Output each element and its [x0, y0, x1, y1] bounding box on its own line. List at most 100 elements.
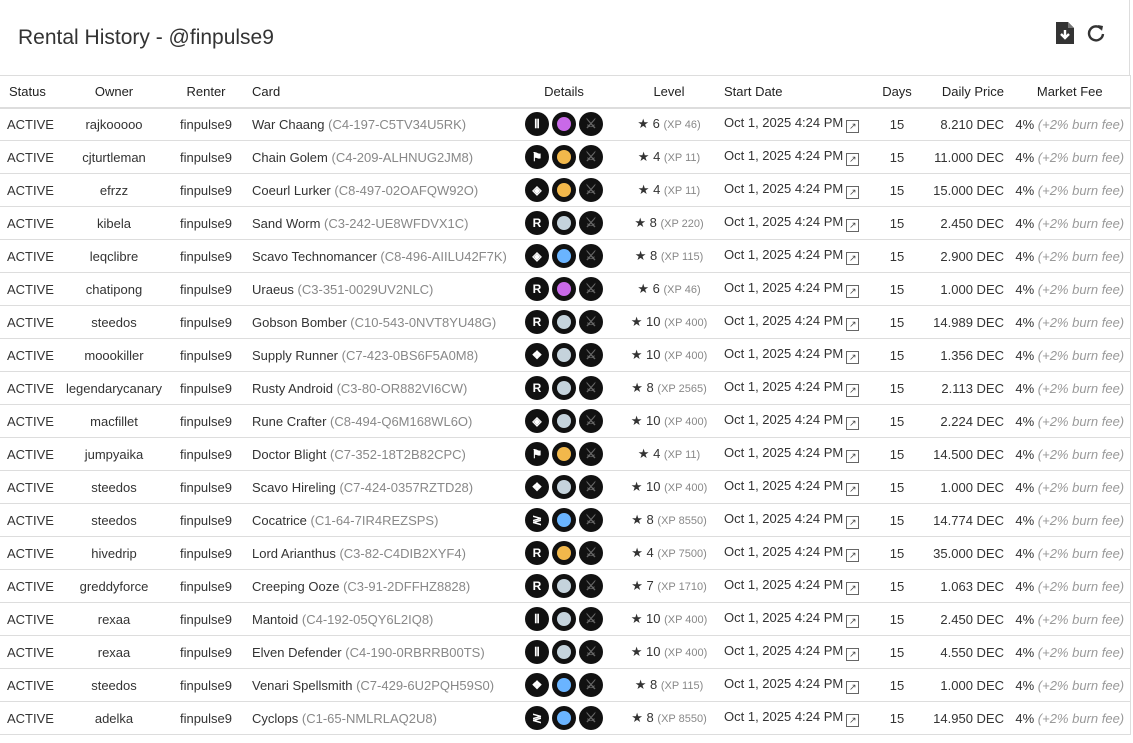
owner-cell: steedos: [60, 668, 168, 702]
xp-value: (XP 115): [660, 680, 704, 692]
external-link-icon[interactable]: ↗: [846, 120, 860, 134]
table-row: ACTIVE moookiller finpulse9 Supply Runne…: [0, 338, 1130, 372]
card-name[interactable]: Gobson Bomber: [252, 315, 347, 330]
external-link-icon[interactable]: ↗: [846, 450, 860, 463]
rarity-icon: [552, 673, 576, 697]
table-row: ACTIVE steedos finpulse9 Venari Spellsmi…: [0, 668, 1130, 702]
card-name[interactable]: Rusty Android: [252, 381, 333, 396]
level-cell: ★ 4 (XP 7500): [614, 536, 724, 570]
edition-icon: ⚑: [525, 442, 549, 466]
card-name[interactable]: Chain Golem: [252, 150, 328, 165]
star-icon: ★: [630, 479, 643, 494]
level-cell: ★ 8 (XP 8550): [614, 701, 724, 735]
column-header-details[interactable]: Details: [514, 75, 614, 109]
renter-cell: finpulse9: [168, 404, 244, 438]
external-link-icon[interactable]: ↗: [846, 615, 860, 628]
external-link-icon[interactable]: ↗: [846, 318, 860, 331]
burn-fee: (+2% burn fee): [1037, 149, 1125, 165]
card-name[interactable]: Venari Spellsmith: [252, 678, 352, 693]
external-link-icon[interactable]: ↗: [846, 648, 860, 661]
crossed-swords-icon: ⚔: [579, 607, 603, 631]
external-link-icon[interactable]: ↗: [846, 384, 860, 397]
start-date: Oct 1, 2025 4:24 PM: [724, 346, 844, 361]
market-fee-cell: 4% (+2% burn fee): [1010, 536, 1130, 570]
burn-fee: (+2% burn fee): [1037, 314, 1125, 330]
card-name[interactable]: Sand Worm: [252, 216, 320, 231]
xp-value: (XP 400): [664, 416, 708, 428]
external-link-icon[interactable]: ↗: [846, 582, 860, 595]
daily-price: 1.000 DEC: [940, 281, 1004, 297]
market-fee: 4%: [1015, 578, 1035, 594]
card-name[interactable]: Cocatrice: [252, 513, 307, 528]
market-fee: 4%: [1015, 710, 1035, 726]
rarity-icon: [552, 178, 576, 202]
external-link-icon[interactable]: ↗: [846, 483, 860, 496]
xp-value: (XP 8550): [657, 713, 707, 725]
column-header-level[interactable]: Level: [614, 75, 724, 109]
daily-price-cell: 2.113 DEC: [922, 371, 1010, 405]
start-date: Oct 1, 2025 4:24 PM: [724, 643, 844, 658]
burn-fee: (+2% burn fee): [1037, 545, 1125, 561]
crossed-swords-icon: ⚔: [579, 409, 603, 433]
external-link-icon[interactable]: ↗: [846, 153, 860, 166]
card-name[interactable]: Lord Arianthus: [252, 546, 336, 561]
file-download-icon[interactable]: [1055, 22, 1075, 49]
daily-price: 2.450 DEC: [940, 611, 1004, 627]
card-name[interactable]: Creeping Ooze: [252, 579, 339, 594]
start-date-cell: Oct 1, 2025 4:24 PM ↗: [724, 140, 872, 174]
column-header-owner[interactable]: Owner: [60, 75, 168, 109]
renter-cell: finpulse9: [168, 305, 244, 339]
card-uid: (C7-424-0357RZTD28): [339, 479, 474, 495]
card-name[interactable]: Uraeus: [252, 282, 294, 297]
external-link-icon[interactable]: ↗: [846, 549, 860, 562]
crossed-swords-icon: ⚔: [579, 277, 603, 301]
daily-price-cell: 1.000 DEC: [922, 470, 1010, 504]
days-cell: 15: [872, 668, 922, 702]
start-date-cell: Oct 1, 2025 4:24 PM ↗: [724, 635, 872, 669]
start-date-cell: Oct 1, 2025 4:24 PM ↗: [724, 338, 872, 372]
column-header-daily-price[interactable]: Daily Price: [922, 75, 1010, 109]
card-name[interactable]: Elven Defender: [252, 645, 342, 660]
column-header-start-date[interactable]: Start Date: [724, 75, 872, 109]
start-date-cell: Oct 1, 2025 4:24 PM ↗: [724, 173, 872, 207]
days-cell: 15: [872, 107, 922, 141]
card-name[interactable]: Rune Crafter: [252, 414, 326, 429]
market-fee-cell: 4% (+2% burn fee): [1010, 107, 1130, 141]
column-header-market-fee[interactable]: Market Fee: [1010, 75, 1130, 109]
column-header-card[interactable]: Card: [244, 75, 514, 109]
column-header-status[interactable]: Status: [0, 75, 60, 109]
external-link-icon[interactable]: ↗: [846, 681, 860, 694]
card-cell: Uraeus (C3-351-0029UV2NLC): [244, 272, 514, 306]
column-header-renter[interactable]: Renter: [168, 75, 244, 109]
refresh-icon[interactable]: [1087, 24, 1105, 47]
days-value: 15: [889, 710, 905, 726]
external-link-icon[interactable]: ↗: [846, 714, 860, 727]
external-link-icon[interactable]: ↗: [846, 351, 860, 364]
page-title: Rental History - @finpulse9: [18, 25, 274, 49]
card-name[interactable]: Mantoid: [252, 612, 298, 627]
external-link-icon[interactable]: ↗: [846, 252, 860, 265]
card-name[interactable]: Scavo Hireling: [252, 480, 336, 495]
xp-value: (XP 115): [660, 251, 704, 263]
card-name[interactable]: Coeurl Lurker: [252, 183, 331, 198]
external-link-icon[interactable]: ↗: [846, 417, 860, 430]
column-header-days[interactable]: Days: [872, 75, 922, 109]
card-name[interactable]: Cyclops: [252, 711, 298, 726]
daily-price-cell: 14.500 DEC: [922, 437, 1010, 471]
card-name[interactable]: War Chaang: [252, 117, 325, 132]
external-link-icon[interactable]: ↗: [846, 285, 860, 298]
card-name[interactable]: Doctor Blight: [252, 447, 326, 462]
market-fee: 4%: [1015, 347, 1035, 363]
card-name[interactable]: Scavo Technomancer: [252, 249, 377, 264]
external-link-icon[interactable]: ↗: [846, 219, 860, 232]
card-name[interactable]: Supply Runner: [252, 348, 338, 363]
level-cell: ★ 10 (XP 400): [614, 635, 724, 669]
daily-price: 2.224 DEC: [940, 413, 1004, 429]
level-cell: ★ 10 (XP 400): [614, 404, 724, 438]
xp-value: (XP 11): [663, 449, 701, 461]
external-link-icon[interactable]: ↗: [846, 516, 860, 529]
edition-icon: R: [525, 376, 549, 400]
start-date-cell: Oct 1, 2025 4:24 PM ↗: [724, 107, 872, 141]
external-link-icon[interactable]: ↗: [846, 186, 860, 199]
daily-price: 8.210 DEC: [940, 116, 1004, 132]
